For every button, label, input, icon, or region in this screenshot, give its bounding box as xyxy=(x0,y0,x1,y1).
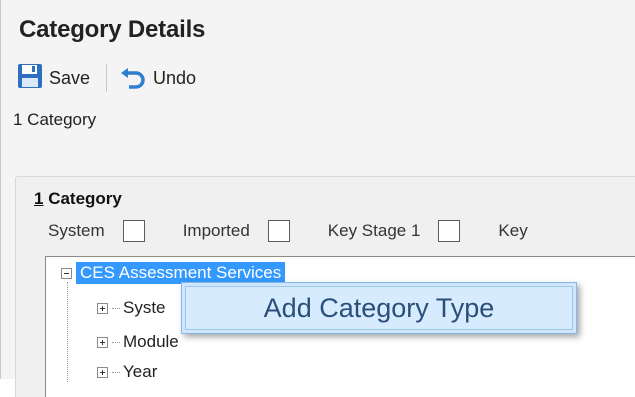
context-menu: Add Category Type xyxy=(181,282,577,334)
panel-title: 1 Category xyxy=(34,189,122,209)
flag-label-key: Key xyxy=(498,221,528,240)
tree-item-label: Syste xyxy=(123,298,166,317)
tree-root-label: CES Assessment Services xyxy=(76,262,286,284)
system-checkbox[interactable] xyxy=(122,220,145,242)
expand-icon[interactable] xyxy=(97,366,108,378)
toolbar: Save Undo xyxy=(13,60,200,96)
tree-branch-dots xyxy=(112,371,120,373)
add-category-type-menu-item[interactable]: Add Category Type xyxy=(185,286,573,330)
tree-item-label: Module xyxy=(123,332,179,351)
tree-item-module[interactable]: Module xyxy=(97,332,179,352)
floppy-disk-icon xyxy=(17,63,49,94)
tree-item-year[interactable]: Year xyxy=(97,362,157,382)
breadcrumb: 1 Category xyxy=(13,110,97,129)
tree-root-node[interactable]: CES Assessment Services xyxy=(61,262,286,284)
key-stage-1-checkbox[interactable] xyxy=(438,220,461,242)
tree-connector-line xyxy=(67,282,69,382)
imported-checkbox[interactable] xyxy=(267,220,290,242)
tree-branch-dots xyxy=(112,307,120,309)
collapse-icon[interactable] xyxy=(61,267,72,279)
save-button[interactable]: Save xyxy=(13,61,94,96)
flag-label-imported: Imported xyxy=(182,221,250,240)
expand-icon[interactable] xyxy=(97,336,108,348)
category-details-window: Category Details Save Undo 1 Category 1 … xyxy=(0,0,635,397)
tree-item-label: Year xyxy=(123,362,158,381)
undo-arrow-icon xyxy=(119,63,153,94)
page-title: Category Details xyxy=(19,16,206,43)
tree-item-system[interactable]: Syste xyxy=(97,298,166,318)
expand-icon[interactable] xyxy=(97,302,108,314)
undo-button[interactable]: Undo xyxy=(115,61,200,96)
save-label: Save xyxy=(49,67,91,88)
flag-label-system: System xyxy=(48,221,105,240)
flag-label-key-stage-1: Key Stage 1 xyxy=(327,221,421,240)
tree-branch-dots xyxy=(112,341,120,343)
toolbar-separator xyxy=(106,64,108,92)
flags-row: System Imported Key Stage 1 Key xyxy=(48,217,546,245)
undo-label: Undo xyxy=(153,67,197,88)
panel-title-text: Category xyxy=(43,189,122,208)
